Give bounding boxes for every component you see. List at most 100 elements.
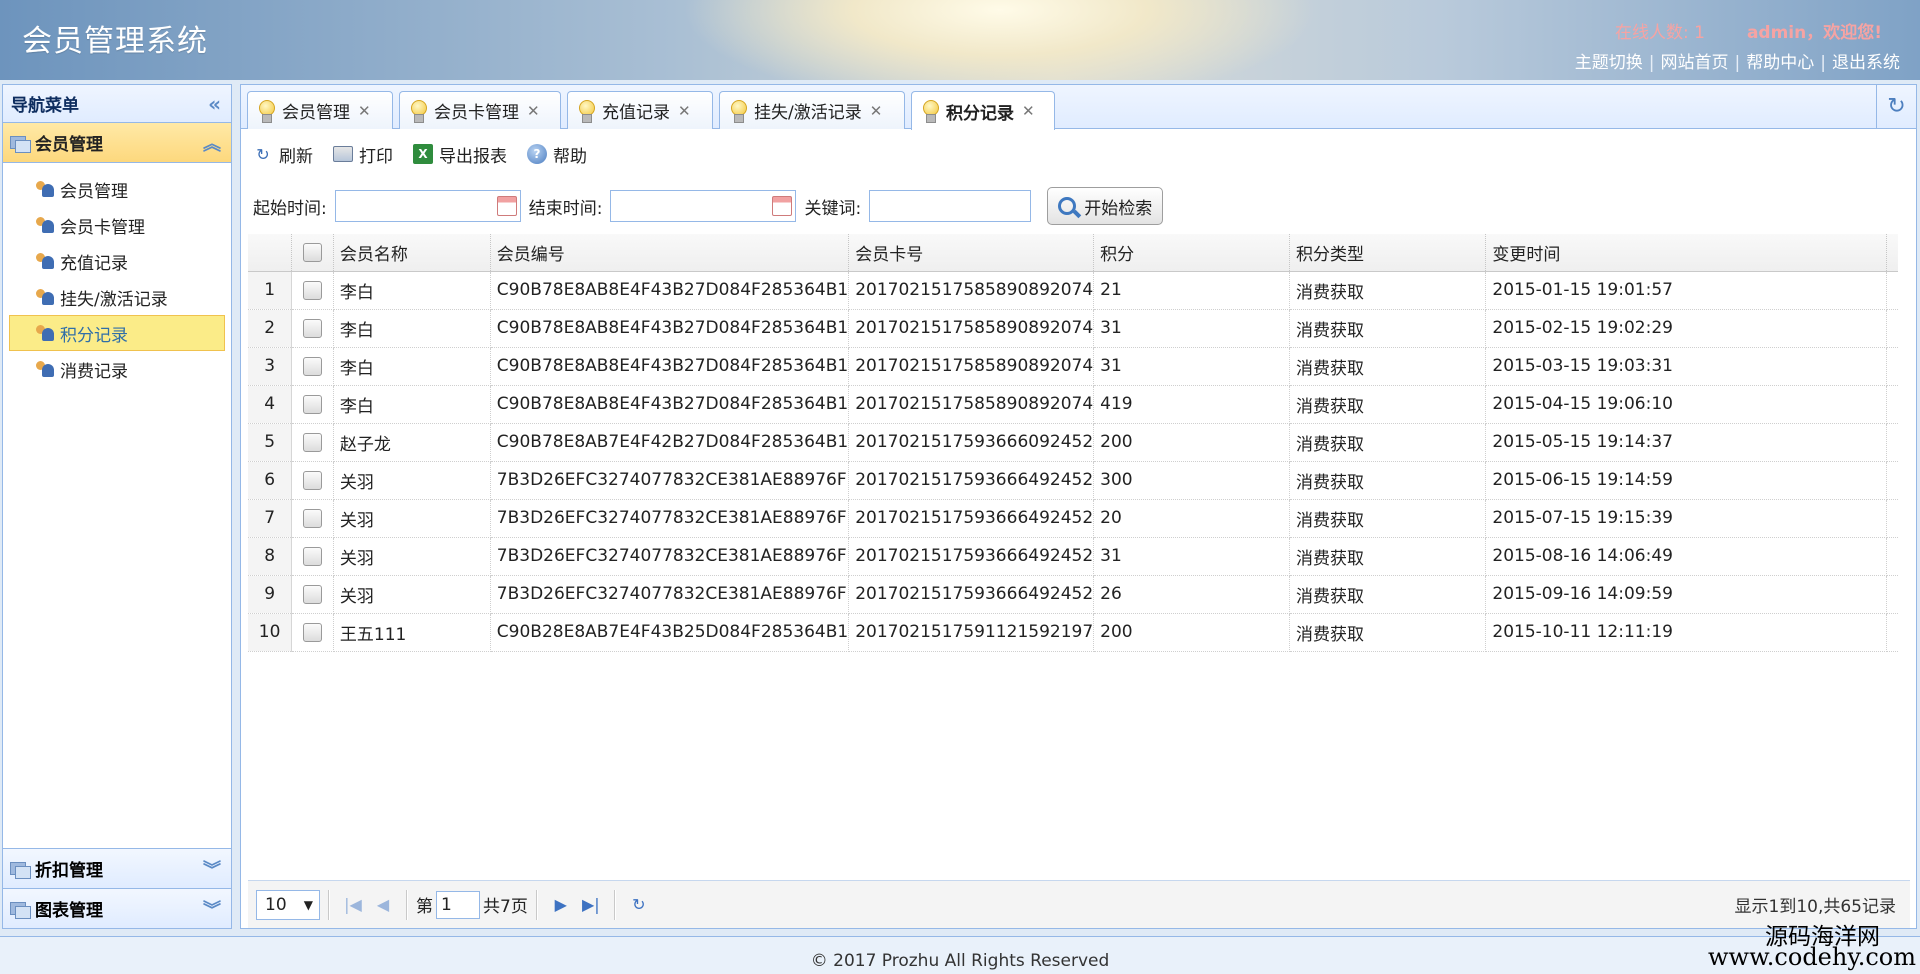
table-cell: 关羽: [333, 499, 491, 538]
chevron-up-icon[interactable]: ︽: [203, 130, 221, 156]
calendar-icon[interactable]: [772, 196, 793, 216]
menu-item-points[interactable]: 积分记录: [9, 315, 225, 351]
theme-switch-link[interactable]: 主题切换: [1575, 53, 1643, 73]
tab-label: 会员卡管理: [434, 103, 519, 123]
checkbox[interactable]: [303, 318, 323, 338]
table-row[interactable]: 9 关羽 7B3D26EFC3274077832CE381AE88976F 20170…: [248, 575, 1898, 614]
tab-loss-activate[interactable]: 挂失/激活记录 ✕: [719, 91, 905, 129]
calendar-icon[interactable]: [496, 196, 517, 216]
checkbox[interactable]: [303, 242, 323, 262]
table-cell: 李白: [333, 385, 491, 424]
points-grid: 会员名称 会员编号 会员卡号 积分 积分类型 变更时间 1 李白 C90B78E8A…: [248, 234, 1898, 652]
table-row[interactable]: 3 李白 C90B78E8AB8E4F43B27D084F285364B1 20170…: [248, 347, 1898, 386]
group-discount-management[interactable]: 折扣管理 ︾: [3, 848, 231, 888]
row-checkbox[interactable]: [291, 423, 334, 462]
refresh-label: 刷新: [279, 146, 313, 167]
column-header[interactable]: 积分类型: [1289, 234, 1487, 272]
export-button[interactable]: X 导出报表: [413, 142, 507, 167]
collapse-left-icon[interactable]: «: [208, 92, 221, 116]
tab-member-card[interactable]: 会员卡管理 ✕: [399, 91, 561, 129]
page-number-input[interactable]: 1: [436, 890, 480, 919]
table-row[interactable]: 8 关羽 7B3D26EFC3274077832CE381AE88976F 20170…: [248, 537, 1898, 576]
close-icon[interactable]: ✕: [358, 102, 371, 120]
checkbox[interactable]: [303, 280, 323, 300]
row-checkbox[interactable]: [291, 575, 334, 614]
checkbox[interactable]: [303, 470, 323, 490]
tab-bar: 会员管理 ✕ 会员卡管理 ✕ 充值记录 ✕ 挂失/激活记录 ✕ 积分记录 ✕ ↻: [241, 85, 1916, 130]
table-cell: 关羽: [333, 575, 491, 614]
column-header[interactable]: 会员名称: [333, 234, 491, 272]
table-row[interactable]: 7 关羽 7B3D26EFC3274077832CE381AE88976F 20170…: [248, 499, 1898, 538]
table-row[interactable]: 10 王五111 C90B28E8AB7E4F43B25D084F285364B1 2…: [248, 613, 1898, 652]
checkbox[interactable]: [303, 508, 323, 528]
column-header[interactable]: 变更时间: [1485, 234, 1887, 272]
home-link[interactable]: 网站首页: [1661, 53, 1729, 73]
page-size-value: 10: [265, 894, 287, 915]
start-search-button[interactable]: 开始检索: [1047, 187, 1164, 225]
column-header[interactable]: 会员卡号: [848, 234, 1095, 272]
checkbox[interactable]: [303, 356, 323, 376]
menu-item-member[interactable]: 会员管理: [9, 171, 225, 207]
row-number: 2: [248, 309, 293, 348]
last-page-icon[interactable]: ▶|: [576, 890, 606, 920]
row-checkbox[interactable]: [291, 537, 334, 576]
row-checkbox[interactable]: [291, 347, 334, 386]
row-checkbox[interactable]: [291, 613, 334, 652]
menu-item-loss-activate[interactable]: 挂失/激活记录: [9, 279, 225, 315]
help-center-link[interactable]: 帮助中心: [1746, 53, 1814, 73]
menu-item-member-card[interactable]: 会员卡管理: [9, 207, 225, 243]
menu-item-consumption[interactable]: 消费记录: [9, 351, 225, 387]
logout-link[interactable]: 退出系统: [1832, 53, 1900, 73]
refresh-button[interactable]: ↻ 刷新: [253, 142, 313, 167]
printer-icon: [333, 146, 353, 162]
checkbox[interactable]: [303, 432, 323, 452]
start-time-input[interactable]: [334, 190, 521, 222]
group-chart-management[interactable]: 图表管理 ︾: [3, 888, 231, 928]
close-icon[interactable]: ✕: [678, 102, 691, 120]
tab-points[interactable]: 积分记录 ✕: [911, 91, 1055, 130]
chevron-down-icon[interactable]: ︾: [203, 856, 221, 882]
row-checkbox[interactable]: [291, 309, 334, 348]
chevron-down-icon[interactable]: ︾: [203, 896, 221, 922]
row-number: 7: [248, 499, 293, 538]
table-cell: 消费获取: [1289, 271, 1487, 310]
checkbox[interactable]: [303, 584, 323, 604]
table-row[interactable]: 2 李白 C90B78E8AB8E4F43B27D084F285364B1 20170…: [248, 309, 1898, 348]
row-checkbox[interactable]: [291, 461, 334, 500]
reload-icon[interactable]: ↻: [624, 890, 654, 920]
keyword-input[interactable]: [869, 190, 1032, 222]
first-page-icon[interactable]: |◀: [338, 890, 368, 920]
tab-member-management[interactable]: 会员管理 ✕: [247, 91, 393, 129]
column-header[interactable]: 会员编号: [490, 234, 850, 272]
select-all-checkbox[interactable]: [291, 234, 334, 272]
close-icon[interactable]: ✕: [870, 102, 883, 120]
print-button[interactable]: 打印: [333, 142, 393, 167]
checkbox[interactable]: [303, 622, 323, 642]
table-row[interactable]: 1 李白 C90B78E8AB8E4F43B27D084F285364B1 20170…: [248, 271, 1898, 310]
row-checkbox[interactable]: [291, 499, 334, 538]
table-row[interactable]: 6 关羽 7B3D26EFC3274077832CE381AE88976F 20170…: [248, 461, 1898, 500]
checkbox[interactable]: [303, 546, 323, 566]
next-page-icon[interactable]: ▶: [546, 890, 576, 920]
prev-page-icon[interactable]: ◀: [368, 890, 398, 920]
page-size-select[interactable]: 10 ▼: [256, 889, 320, 920]
row-filler: [1886, 537, 1898, 576]
close-icon[interactable]: ✕: [1022, 102, 1035, 120]
help-button[interactable]: ? 帮助: [527, 142, 587, 167]
nav-sidebar: 导航菜单 « 会员管理 ︽ 会员管理 会员卡管理 充值记录 挂失/激活记录 积分…: [2, 84, 232, 929]
row-checkbox[interactable]: [291, 271, 334, 310]
menu-item-recharge[interactable]: 充值记录: [9, 243, 225, 279]
table-row[interactable]: 5 赵子龙 C90B78E8AB7E4F42B27D084F285364B1 2017…: [248, 423, 1898, 462]
checkbox[interactable]: [303, 394, 323, 414]
close-icon[interactable]: ✕: [527, 102, 540, 120]
table-row[interactable]: 4 李白 C90B78E8AB8E4F43B27D084F285364B1 20170…: [248, 385, 1898, 424]
end-time-input[interactable]: [610, 190, 797, 222]
tab-recharge[interactable]: 充值记录 ✕: [567, 91, 713, 129]
app-title: 会员管理系统: [22, 24, 208, 59]
group-member-management[interactable]: 会员管理 ︽: [3, 123, 231, 163]
tabs-refresh-icon[interactable]: ↻: [1876, 85, 1916, 128]
table-cell: C90B78E8AB7E4F42B27D084F285364B1: [490, 423, 850, 462]
row-filler: [1886, 499, 1898, 538]
row-checkbox[interactable]: [291, 385, 334, 424]
column-header[interactable]: 积分: [1093, 234, 1291, 272]
